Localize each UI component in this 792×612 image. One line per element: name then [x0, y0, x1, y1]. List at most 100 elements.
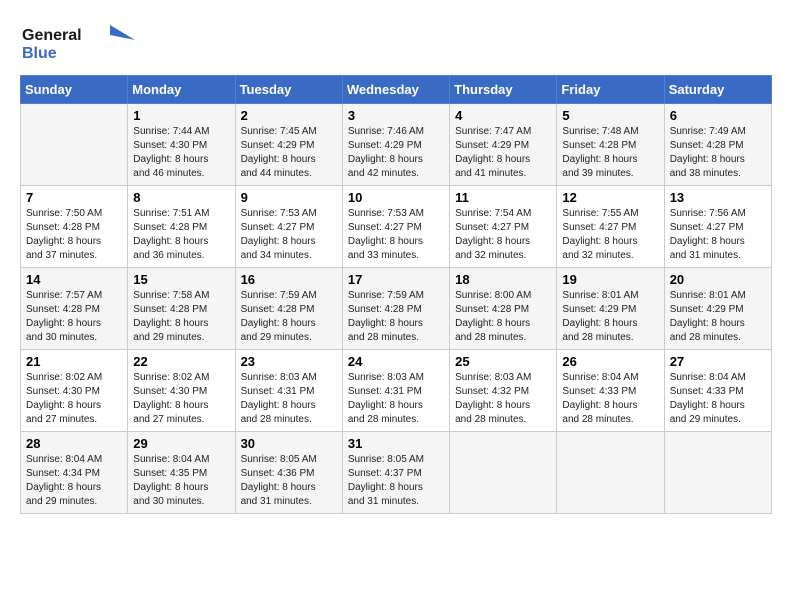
day-info: Sunrise: 8:02 AM Sunset: 4:30 PM Dayligh…: [133, 371, 229, 427]
calendar-cell: 10 Sunrise: 7:53 AM Sunset: 4:27 PM Dayli…: [342, 186, 449, 268]
calendar-cell: 12 Sunrise: 7:55 AM Sunset: 4:27 PM Dayli…: [557, 186, 664, 268]
day-info: Sunrise: 7:54 AM Sunset: 4:27 PM Dayligh…: [455, 207, 551, 263]
day-number: 6: [670, 108, 766, 123]
calendar-header-row: SundayMondayTuesdayWednesdayThursdayFrid…: [21, 76, 772, 104]
calendar-cell: 27 Sunrise: 8:04 AM Sunset: 4:33 PM Dayli…: [664, 350, 771, 432]
day-info: Sunrise: 8:00 AM Sunset: 4:28 PM Dayligh…: [455, 289, 551, 345]
day-number: 4: [455, 108, 551, 123]
calendar-cell: 16 Sunrise: 7:59 AM Sunset: 4:28 PM Dayli…: [235, 268, 342, 350]
day-number: 3: [348, 108, 444, 123]
day-number: 17: [348, 272, 444, 287]
calendar-week-row: 28 Sunrise: 8:04 AM Sunset: 4:34 PM Dayli…: [21, 432, 772, 514]
calendar-cell: 18 Sunrise: 8:00 AM Sunset: 4:28 PM Dayli…: [450, 268, 557, 350]
day-number: 18: [455, 272, 551, 287]
day-number: 12: [562, 190, 658, 205]
day-info: Sunrise: 7:59 AM Sunset: 4:28 PM Dayligh…: [348, 289, 444, 345]
day-number: 22: [133, 354, 229, 369]
page-header: GeneralBlue: [20, 20, 772, 65]
header-monday: Monday: [128, 76, 235, 104]
day-info: Sunrise: 7:46 AM Sunset: 4:29 PM Dayligh…: [348, 125, 444, 181]
day-number: 20: [670, 272, 766, 287]
day-info: Sunrise: 7:49 AM Sunset: 4:28 PM Dayligh…: [670, 125, 766, 181]
day-info: Sunrise: 8:04 AM Sunset: 4:35 PM Dayligh…: [133, 453, 229, 509]
day-number: 25: [455, 354, 551, 369]
day-info: Sunrise: 8:04 AM Sunset: 4:33 PM Dayligh…: [562, 371, 658, 427]
calendar-week-row: 14Sunrise: 7:57 AM Sunset: 4:28 PM Dayli…: [21, 268, 772, 350]
day-info: Sunrise: 7:53 AM Sunset: 4:27 PM Dayligh…: [241, 207, 337, 263]
day-number: 31: [348, 436, 444, 451]
calendar-cell: [557, 432, 664, 514]
day-number: 8: [133, 190, 229, 205]
day-number: 13: [670, 190, 766, 205]
calendar-cell: 1 Sunrise: 7:44 AM Sunset: 4:30 PM Daylig…: [128, 104, 235, 186]
header-wednesday: Wednesday: [342, 76, 449, 104]
header-saturday: Saturday: [664, 76, 771, 104]
calendar-cell: 4 Sunrise: 7:47 AM Sunset: 4:29 PM Daylig…: [450, 104, 557, 186]
calendar-cell: 31 Sunrise: 8:05 AM Sunset: 4:37 PM Dayli…: [342, 432, 449, 514]
day-number: 21: [26, 354, 122, 369]
day-number: 10: [348, 190, 444, 205]
calendar-cell: [664, 432, 771, 514]
day-number: 24: [348, 354, 444, 369]
calendar-cell: 20 Sunrise: 8:01 AM Sunset: 4:29 PM Dayli…: [664, 268, 771, 350]
day-number: 28: [26, 436, 122, 451]
calendar-cell: 14Sunrise: 7:57 AM Sunset: 4:28 PM Dayli…: [21, 268, 128, 350]
calendar-cell: 21 Sunrise: 8:02 AM Sunset: 4:30 PM Dayli…: [21, 350, 128, 432]
calendar-cell: 28 Sunrise: 8:04 AM Sunset: 4:34 PM Dayli…: [21, 432, 128, 514]
day-number: 9: [241, 190, 337, 205]
day-info: Sunrise: 8:03 AM Sunset: 4:31 PM Dayligh…: [348, 371, 444, 427]
calendar-cell: 11 Sunrise: 7:54 AM Sunset: 4:27 PM Dayli…: [450, 186, 557, 268]
calendar-cell: 6 Sunrise: 7:49 AM Sunset: 4:28 PM Daylig…: [664, 104, 771, 186]
calendar-cell: 5Sunrise: 7:48 AM Sunset: 4:28 PM Daylig…: [557, 104, 664, 186]
calendar-week-row: 21 Sunrise: 8:02 AM Sunset: 4:30 PM Dayli…: [21, 350, 772, 432]
day-number: 23: [241, 354, 337, 369]
calendar-cell: 17 Sunrise: 7:59 AM Sunset: 4:28 PM Dayli…: [342, 268, 449, 350]
calendar-cell: 7Sunrise: 7:50 AM Sunset: 4:28 PM Daylig…: [21, 186, 128, 268]
calendar-cell: 9 Sunrise: 7:53 AM Sunset: 4:27 PM Daylig…: [235, 186, 342, 268]
day-info: Sunrise: 8:03 AM Sunset: 4:32 PM Dayligh…: [455, 371, 551, 427]
calendar-cell: 13Sunrise: 7:56 AM Sunset: 4:27 PM Dayli…: [664, 186, 771, 268]
day-number: 15: [133, 272, 229, 287]
day-info: Sunrise: 7:51 AM Sunset: 4:28 PM Dayligh…: [133, 207, 229, 263]
day-info: Sunrise: 7:48 AM Sunset: 4:28 PM Dayligh…: [562, 125, 658, 181]
day-number: 11: [455, 190, 551, 205]
day-info: Sunrise: 7:47 AM Sunset: 4:29 PM Dayligh…: [455, 125, 551, 181]
day-number: 26: [562, 354, 658, 369]
day-number: 1: [133, 108, 229, 123]
day-info: Sunrise: 8:05 AM Sunset: 4:37 PM Dayligh…: [348, 453, 444, 509]
day-info: Sunrise: 8:01 AM Sunset: 4:29 PM Dayligh…: [670, 289, 766, 345]
day-info: Sunrise: 8:05 AM Sunset: 4:36 PM Dayligh…: [241, 453, 337, 509]
day-info: Sunrise: 8:02 AM Sunset: 4:30 PM Dayligh…: [26, 371, 122, 427]
day-number: 16: [241, 272, 337, 287]
calendar-cell: 8 Sunrise: 7:51 AM Sunset: 4:28 PM Daylig…: [128, 186, 235, 268]
svg-text:Blue: Blue: [22, 45, 57, 62]
calendar-cell: 2Sunrise: 7:45 AM Sunset: 4:29 PM Daylig…: [235, 104, 342, 186]
day-info: Sunrise: 8:04 AM Sunset: 4:33 PM Dayligh…: [670, 371, 766, 427]
logo-container: GeneralBlue: [20, 20, 140, 65]
day-info: Sunrise: 7:59 AM Sunset: 4:28 PM Dayligh…: [241, 289, 337, 345]
calendar-cell: [450, 432, 557, 514]
calendar-cell: 30Sunrise: 8:05 AM Sunset: 4:36 PM Dayli…: [235, 432, 342, 514]
svg-text:General: General: [22, 27, 82, 44]
header-friday: Friday: [557, 76, 664, 104]
calendar-cell: 26 Sunrise: 8:04 AM Sunset: 4:33 PM Dayli…: [557, 350, 664, 432]
calendar-cell: 23Sunrise: 8:03 AM Sunset: 4:31 PM Dayli…: [235, 350, 342, 432]
calendar-cell: 15 Sunrise: 7:58 AM Sunset: 4:28 PM Dayli…: [128, 268, 235, 350]
calendar-cell: 19Sunrise: 8:01 AM Sunset: 4:29 PM Dayli…: [557, 268, 664, 350]
calendar-cell: 29 Sunrise: 8:04 AM Sunset: 4:35 PM Dayli…: [128, 432, 235, 514]
day-info: Sunrise: 7:44 AM Sunset: 4:30 PM Dayligh…: [133, 125, 229, 181]
day-number: 27: [670, 354, 766, 369]
day-info: Sunrise: 7:53 AM Sunset: 4:27 PM Dayligh…: [348, 207, 444, 263]
day-number: 2: [241, 108, 337, 123]
calendar-cell: [21, 104, 128, 186]
calendar-cell: 22 Sunrise: 8:02 AM Sunset: 4:30 PM Dayli…: [128, 350, 235, 432]
day-number: 29: [133, 436, 229, 451]
day-info: Sunrise: 8:04 AM Sunset: 4:34 PM Dayligh…: [26, 453, 122, 509]
header-sunday: Sunday: [21, 76, 128, 104]
calendar-week-row: 7Sunrise: 7:50 AM Sunset: 4:28 PM Daylig…: [21, 186, 772, 268]
day-number: 14: [26, 272, 122, 287]
day-number: 7: [26, 190, 122, 205]
day-info: Sunrise: 7:58 AM Sunset: 4:28 PM Dayligh…: [133, 289, 229, 345]
calendar-cell: 25 Sunrise: 8:03 AM Sunset: 4:32 PM Dayli…: [450, 350, 557, 432]
day-info: Sunrise: 7:55 AM Sunset: 4:27 PM Dayligh…: [562, 207, 658, 263]
